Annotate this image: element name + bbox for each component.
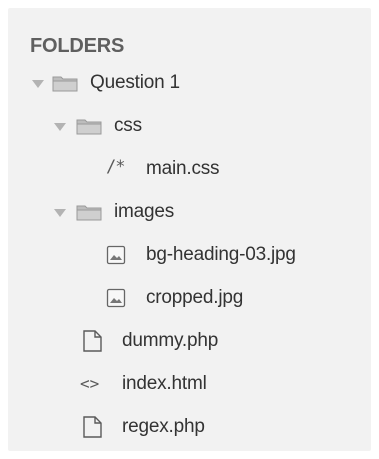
sidebar-header: FOLDERS: [30, 35, 125, 57]
tree-item-question-1[interactable]: Question 1: [0, 65, 363, 101]
folder-icon: [76, 119, 102, 135]
tree-item-images[interactable]: images: [0, 194, 363, 230]
tree-item-dummy-php[interactable]: dummy.php: [0, 323, 363, 359]
file-icon: [83, 330, 102, 352]
tree-item-label: bg-heading-03.jpg: [146, 244, 296, 265]
tree-item-label: main.css: [146, 158, 220, 179]
tree-item-label: Question 1: [90, 72, 180, 93]
expand-arrow-icon[interactable]: [32, 80, 44, 88]
css-file-icon: /*: [106, 157, 126, 177]
file-icon: [83, 416, 102, 438]
tree-item-regex-php[interactable]: regex.php: [0, 409, 363, 445]
tree-item-cropped-jpg[interactable]: cropped.jpg: [0, 280, 363, 316]
tree-item-label: index.html: [122, 373, 207, 394]
tree-item-main-css[interactable]: /* main.css: [0, 151, 363, 187]
tree-item-label: regex.php: [122, 416, 205, 437]
tree-item-label: cropped.jpg: [146, 287, 244, 308]
expand-arrow-icon[interactable]: [54, 209, 66, 217]
image-file-icon: [106, 245, 126, 265]
expand-arrow-icon[interactable]: [54, 123, 66, 131]
tree-item-label: images: [114, 201, 175, 222]
tree-item-label: dummy.php: [122, 330, 219, 351]
tree-item-css[interactable]: css: [0, 108, 363, 144]
image-file-icon: [106, 288, 126, 308]
tree-item-index-html[interactable]: <> index.html: [0, 366, 363, 402]
html-file-icon: <>: [80, 374, 100, 393]
tree-item-bg-heading-03-jpg[interactable]: bg-heading-03.jpg: [0, 237, 363, 273]
tree-item-label: css: [114, 115, 142, 136]
folder-icon: [76, 205, 102, 221]
folder-icon: [52, 76, 78, 92]
